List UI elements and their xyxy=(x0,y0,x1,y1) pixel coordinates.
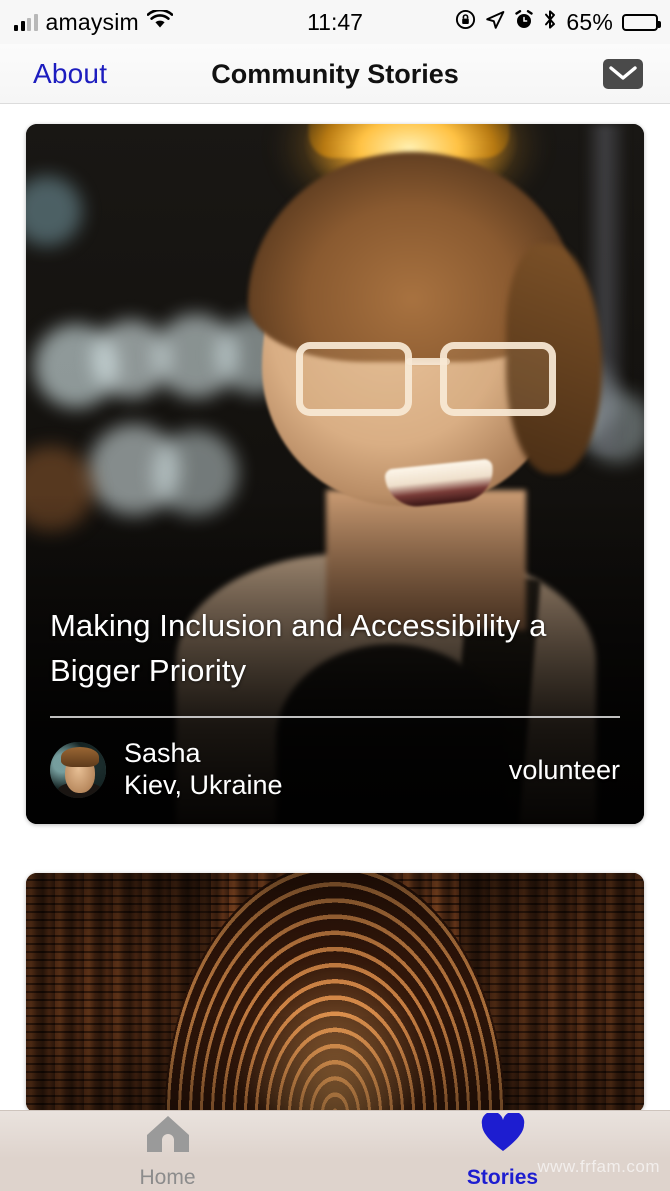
location-arrow-icon xyxy=(485,10,505,35)
story-card[interactable] xyxy=(26,873,644,1113)
watermark: www.frfam.com xyxy=(537,1157,660,1176)
navigation-bar: About Community Stories xyxy=(0,44,670,104)
tab-bar: Home Stories www.frfam.com xyxy=(0,1110,670,1191)
author-meta: Sasha Kiev, Ukraine xyxy=(124,738,283,802)
story-image xyxy=(26,873,644,1113)
app-screen: amaysim 11:47 65% About Community Storie… xyxy=(0,0,670,1191)
tab-stories-label: Stories xyxy=(466,1165,539,1189)
tab-stories[interactable]: Stories xyxy=(335,1111,670,1191)
author-role-badge: volunteer xyxy=(508,754,620,785)
avatar xyxy=(50,742,106,799)
author-name: Sasha xyxy=(124,738,201,769)
story-card-body: Making Inclusion and Accessibility a Big… xyxy=(26,604,644,824)
story-title: Making Inclusion and Accessibility a Big… xyxy=(50,608,547,689)
bluetooth-icon xyxy=(543,9,557,35)
alarm-clock-icon xyxy=(514,9,534,35)
battery-percent-label: 65% xyxy=(566,8,613,35)
battery-icon xyxy=(622,13,661,31)
heart-icon xyxy=(481,1111,525,1158)
author-location: Kiev, Ukraine xyxy=(124,770,283,801)
clock-label: 11:47 xyxy=(307,8,363,35)
story-card[interactable]: Making Inclusion and Accessibility a Big… xyxy=(26,124,644,824)
envelope-icon[interactable] xyxy=(602,58,644,90)
tab-home[interactable]: Home xyxy=(0,1111,335,1191)
stories-scroll-list[interactable]: Making Inclusion and Accessibility a Big… xyxy=(0,104,670,1113)
tab-home-label: Home xyxy=(139,1165,196,1189)
divider xyxy=(50,716,620,719)
status-bar-right: 65% xyxy=(455,0,661,44)
home-icon xyxy=(145,1113,191,1158)
story-author-row: Sasha Kiev, Ukraine volunteer xyxy=(50,738,620,802)
page-title: Community Stories xyxy=(211,58,459,89)
status-bar: amaysim 11:47 65% xyxy=(0,0,670,44)
rotation-lock-icon xyxy=(455,9,476,35)
